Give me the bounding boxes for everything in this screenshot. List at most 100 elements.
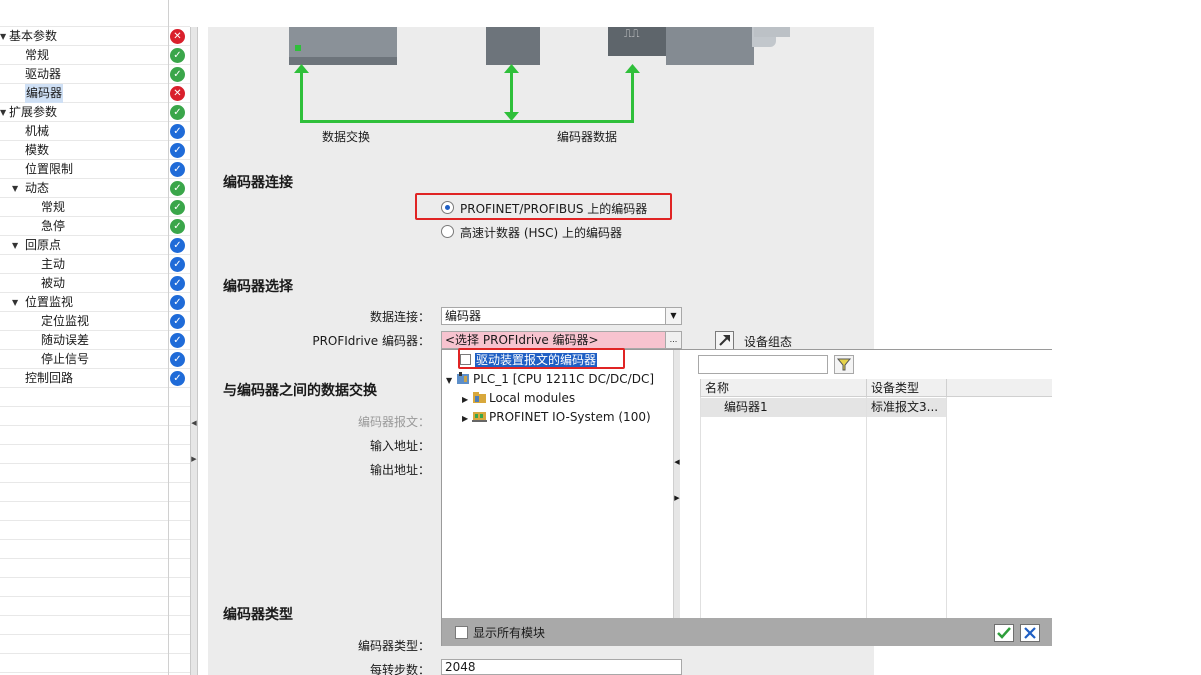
tree-item[interactable]: 随动误差 ✓ bbox=[0, 331, 190, 350]
cancel-button[interactable] bbox=[1020, 624, 1040, 642]
tree-item[interactable]: ▼ 位置监视 ✓ bbox=[0, 293, 190, 312]
ok-status-icon: ✓ bbox=[170, 67, 185, 82]
tree-item-label: 动态 bbox=[25, 181, 50, 195]
tree-item[interactable]: 停止信号 ✓ bbox=[0, 350, 190, 369]
expanded-arrow-icon[interactable]: ▼ bbox=[446, 372, 456, 390]
search-input[interactable] bbox=[698, 355, 828, 374]
tree-item-label: 驱动器 bbox=[25, 67, 62, 81]
steps-per-rev-input[interactable]: 2048 bbox=[441, 659, 682, 675]
encoder-connection-title: 编码器连接 bbox=[223, 175, 293, 191]
tree-item-plc[interactable]: ▼ PLC_1 [CPU 1211C DC/DC/DC] bbox=[446, 370, 654, 388]
show-all-modules-label[interactable]: 显示所有模块 bbox=[473, 624, 545, 641]
check-icon bbox=[997, 627, 1011, 639]
confirm-button[interactable] bbox=[994, 624, 1014, 642]
radio-profinet-encoder-label[interactable]: PROFINET/PROFIBUS 上的编码器 bbox=[460, 200, 647, 217]
encoder-glyph: ⎍⎍ bbox=[624, 27, 640, 40]
default-status-icon: ✓ bbox=[170, 162, 185, 177]
tree-item[interactable]: 位置限制 ✓ bbox=[0, 160, 190, 179]
encoder-arrow-icon bbox=[625, 64, 640, 73]
tree-item[interactable]: 机械 ✓ bbox=[0, 122, 190, 141]
col-line-1 bbox=[700, 397, 701, 618]
output-address-label: 输出地址： bbox=[369, 463, 430, 477]
data-connection-select[interactable]: 编码器 ▼ bbox=[441, 307, 682, 325]
tree-item[interactable]: 模数 ✓ bbox=[0, 141, 190, 160]
expanded-arrow-icon[interactable]: ▼ bbox=[12, 236, 18, 255]
profinet-label: PROFINET IO-System (100) bbox=[489, 410, 651, 424]
row-name-cell: 编码器1 bbox=[724, 400, 768, 414]
expanded-arrow-icon[interactable]: ▼ bbox=[0, 103, 6, 122]
tree-item-label: 被动 bbox=[41, 276, 66, 290]
tree-item[interactable]: 控制回路 ✓ bbox=[0, 369, 190, 388]
radio-profinet-encoder[interactable] bbox=[441, 201, 454, 214]
tree-item[interactable]: 驱动器 ✓ bbox=[0, 65, 190, 84]
device-config-label[interactable]: 设备组态 bbox=[744, 333, 792, 350]
data-connection-value: 编码器 bbox=[445, 309, 482, 323]
plc-device-image bbox=[289, 27, 397, 65]
col-line-2 bbox=[866, 397, 867, 618]
tree-item[interactable]: 主动 ✓ bbox=[0, 255, 190, 274]
tree-item[interactable]: 定位监视 ✓ bbox=[0, 312, 190, 331]
encoder-telegram-label: 编码器报文： bbox=[357, 415, 430, 429]
expanded-arrow-icon[interactable]: ▼ bbox=[12, 293, 18, 312]
tree-item[interactable]: ▼ 基本参数 ✕ bbox=[0, 27, 190, 46]
tree-item-profinet[interactable]: ▶ PROFINET IO-System (100) bbox=[462, 408, 651, 426]
data-exchange-label: 数据交换 bbox=[322, 130, 371, 144]
tree-item[interactable]: 常规 ✓ bbox=[0, 198, 190, 217]
device-config-link-icon[interactable] bbox=[715, 331, 734, 350]
tree-item-local-modules[interactable]: ▶ Local modules bbox=[462, 389, 575, 407]
expand-right-icon[interactable]: ▶ bbox=[191, 455, 197, 463]
tree-item[interactable]: 常规 ✓ bbox=[0, 46, 190, 65]
expanded-arrow-icon[interactable]: ▼ bbox=[0, 27, 6, 46]
tree-item[interactable]: 编码器 ✕ bbox=[0, 84, 190, 103]
close-icon bbox=[1024, 627, 1036, 639]
local-modules-label: Local modules bbox=[489, 391, 576, 405]
tree-item-label: 编码器 bbox=[25, 84, 64, 103]
tree-item[interactable]: ▼ 回原点 ✓ bbox=[0, 236, 190, 255]
tree-item-label: 回原点 bbox=[25, 238, 62, 252]
show-all-modules-checkbox[interactable] bbox=[455, 626, 468, 639]
panel-splitter[interactable]: ◀ ▶ bbox=[190, 27, 198, 675]
tree-item-label: 常规 bbox=[25, 48, 50, 62]
popup-device-table: 名称 设备类型 编码器1 标准报文3... bbox=[680, 350, 1052, 618]
chevron-down-icon[interactable]: ▼ bbox=[665, 308, 681, 324]
encoder-selection-popup: 驱动装置报文的编码器 ▼ PLC_1 [CPU 1211C DC/DC/DC] ▶… bbox=[441, 349, 1052, 646]
filter-icon[interactable] bbox=[834, 355, 854, 374]
tree-item[interactable]: 被动 ✓ bbox=[0, 274, 190, 293]
profidrive-encoder-field[interactable]: <选择 PROFIdrive 编码器> ... bbox=[441, 331, 682, 349]
folder-icon bbox=[472, 391, 487, 403]
ok-status-icon: ✓ bbox=[170, 105, 185, 120]
tree-item-label: 主动 bbox=[41, 257, 66, 271]
default-status-icon: ✓ bbox=[170, 276, 185, 291]
column-header-device-type[interactable]: 设备类型 bbox=[866, 379, 946, 397]
default-status-icon: ✓ bbox=[170, 371, 185, 386]
collapsed-arrow-icon[interactable]: ▶ bbox=[462, 391, 472, 409]
encoder-selection-title: 编码器选择 bbox=[223, 279, 293, 295]
steps-per-rev-value: 2048 bbox=[445, 660, 476, 674]
radio-hsc-encoder[interactable] bbox=[441, 225, 454, 238]
row-type-cell: 标准报文3... bbox=[866, 398, 938, 417]
col-line-3 bbox=[946, 397, 947, 618]
collapsed-arrow-icon[interactable]: ▶ bbox=[462, 410, 472, 428]
expanded-arrow-icon[interactable]: ▼ bbox=[12, 179, 18, 198]
column-header-name[interactable]: 名称 bbox=[700, 379, 866, 397]
ok-status-icon: ✓ bbox=[170, 219, 185, 234]
highlight-box-drive-telegram bbox=[458, 348, 625, 369]
encoder-device-image: ⎍⎍ bbox=[608, 27, 666, 56]
tree-item[interactable]: ▼ 扩展参数 ✓ bbox=[0, 103, 190, 122]
tree-item-label: 停止信号 bbox=[41, 352, 90, 366]
radio-hsc-encoder-label[interactable]: 高速计数器 (HSC) 上的编码器 bbox=[460, 224, 622, 241]
tree-item[interactable]: 急停 ✓ bbox=[0, 217, 190, 236]
ok-status-icon: ✓ bbox=[170, 48, 185, 63]
default-status-icon: ✓ bbox=[170, 295, 185, 310]
data-connection-label: 数据连接： bbox=[369, 310, 430, 324]
browse-button[interactable]: ... bbox=[665, 332, 681, 348]
tree-item-label: 基本参数 bbox=[9, 29, 58, 43]
table-row[interactable]: 编码器1 标准报文3... bbox=[700, 398, 946, 417]
default-status-icon: ✓ bbox=[170, 143, 185, 158]
default-status-icon: ✓ bbox=[170, 314, 185, 329]
tree-item[interactable]: ▼ 动态 ✓ bbox=[0, 179, 190, 198]
encoder-type-label: 编码器类型： bbox=[357, 639, 430, 653]
popup-device-tree: 驱动装置报文的编码器 ▼ PLC_1 [CPU 1211C DC/DC/DC] ▶… bbox=[442, 350, 674, 618]
motor-device-image bbox=[666, 27, 776, 65]
collapse-left-icon[interactable]: ◀ bbox=[191, 419, 197, 427]
